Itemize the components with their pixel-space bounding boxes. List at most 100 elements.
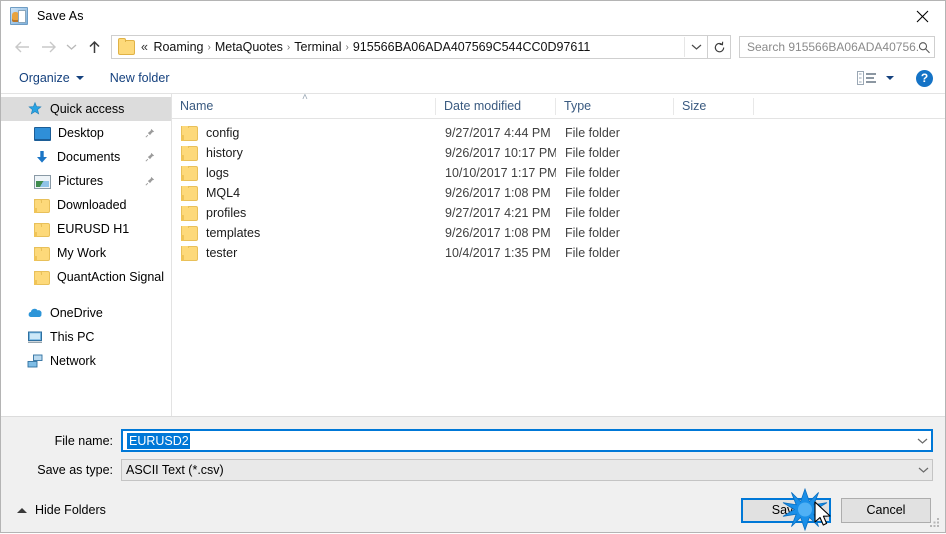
file-name-input[interactable]: EURUSD2 — [121, 429, 933, 452]
sidebar-item-downloaded[interactable]: Downloaded — [1, 193, 171, 217]
forward-arrow-icon — [41, 41, 56, 53]
address-bar[interactable]: « Roaming › MetaQuotes › Terminal › 9155… — [111, 35, 708, 59]
save-button[interactable]: Save — [741, 497, 831, 523]
new-folder-button[interactable]: New folder — [108, 69, 172, 87]
help-button[interactable]: ? — [916, 69, 933, 87]
sidebar-item-eurusd-h1[interactable]: EURUSD H1 — [1, 217, 171, 241]
table-row[interactable]: config 9/27/2017 4:44 PM File folder — [172, 123, 945, 143]
column-header-date-modified[interactable]: Date modified — [436, 97, 556, 115]
address-dropdown-button[interactable] — [684, 37, 707, 57]
sidebar-item-quick-access[interactable]: Quick access — [1, 97, 171, 121]
file-name-cell: history — [172, 145, 436, 161]
file-name-value: EURUSD2 — [127, 432, 190, 449]
chevron-down-icon — [66, 44, 76, 50]
save-as-type-value: ASCII Text (*.csv) — [126, 463, 224, 477]
command-toolbar: Organize New folder ? — [1, 63, 945, 94]
save-as-type-select[interactable]: ASCII Text (*.csv) — [121, 459, 933, 481]
hide-folders-label: Hide Folders — [35, 503, 106, 517]
organize-button[interactable]: Organize — [17, 69, 86, 87]
sidebar-item-quantaction-signal[interactable]: QuantAction Signal — [1, 265, 171, 289]
cancel-button[interactable]: Cancel — [841, 497, 931, 523]
file-list-pane: ˄ Name Date modified Type Size config 9/… — [172, 93, 945, 416]
close-icon — [916, 10, 928, 22]
type-cell: File folder — [565, 246, 620, 260]
folder-icon — [181, 125, 198, 141]
this-pc-icon — [27, 329, 43, 345]
table-row[interactable]: profiles 9/27/2017 4:21 PM File folder — [172, 203, 945, 223]
resize-grip-icon[interactable] — [929, 517, 941, 529]
save-as-dialog: Save As « Roaming › MetaQuotes › Termina… — [0, 0, 946, 533]
folder-icon — [34, 271, 50, 285]
sidebar-label: This PC — [50, 330, 95, 344]
sidebar-label: Documents — [57, 150, 121, 164]
organize-label: Organize — [19, 71, 70, 85]
view-options-button[interactable] — [857, 70, 894, 86]
sidebar-label: Quick access — [50, 102, 125, 116]
close-button[interactable] — [899, 1, 945, 31]
file-name-cell: profiles — [172, 205, 436, 221]
dialog-body: Quick access Desktop Documents Pictures … — [1, 93, 945, 417]
up-button[interactable] — [81, 34, 107, 60]
date-modified-cell: 9/26/2017 1:08 PM — [445, 186, 551, 200]
documents-download-icon — [34, 149, 50, 165]
chevron-up-icon — [17, 507, 27, 513]
type-cell: File folder — [565, 206, 620, 220]
folder-icon — [181, 145, 198, 161]
type-cell: File folder — [565, 166, 620, 180]
pictures-icon — [34, 175, 51, 189]
file-name-row: File name: EURUSD2 — [1, 429, 945, 452]
sidebar-item-network[interactable]: Network — [1, 349, 171, 373]
folder-icon — [181, 185, 198, 201]
date-modified-cell: 9/26/2017 10:17 PM — [445, 146, 556, 160]
file-name-label: logs — [206, 166, 229, 180]
up-arrow-icon — [88, 40, 100, 53]
file-name-dropdown-button[interactable] — [913, 437, 931, 445]
back-arrow-icon — [14, 41, 29, 53]
sidebar-item-documents[interactable]: Documents — [1, 145, 171, 169]
table-row[interactable]: MQL4 9/26/2017 1:08 PM File folder — [172, 183, 945, 203]
sidebar-item-onedrive[interactable]: OneDrive — [1, 301, 171, 325]
hide-folders-button[interactable]: Hide Folders — [11, 503, 106, 517]
type-cell: File folder — [565, 146, 620, 160]
save-as-type-label: Save as type: — [37, 463, 113, 477]
window-title: Save As — [37, 9, 84, 23]
breadcrumb-item-metaquotes[interactable]: MetaQuotes — [212, 39, 286, 55]
column-header-type[interactable]: Type — [556, 97, 674, 115]
table-row[interactable]: history 9/26/2017 10:17 PM File folder — [172, 143, 945, 163]
pin-icon — [145, 176, 155, 186]
sidebar-item-this-pc[interactable]: This PC — [1, 325, 171, 349]
type-cell: File folder — [565, 186, 620, 200]
table-row[interactable]: logs 10/10/2017 1:17 PM File folder — [172, 163, 945, 183]
file-name-cell: tester — [172, 245, 436, 261]
save-as-type-dropdown-button[interactable] — [914, 466, 932, 474]
sidebar-label: Pictures — [58, 174, 104, 188]
back-button[interactable] — [9, 34, 35, 60]
sidebar-label: EURUSD H1 — [57, 222, 130, 236]
pin-icon — [145, 152, 155, 162]
file-rows: config 9/27/2017 4:44 PM File folder his… — [172, 119, 945, 416]
sidebar-item-desktop[interactable]: Desktop — [1, 121, 171, 145]
refresh-button[interactable] — [708, 35, 731, 59]
folder-icon — [34, 223, 50, 237]
desktop-icon — [34, 127, 51, 141]
search-input[interactable]: Search 915566BA06ADA40756... — [747, 40, 918, 54]
search-box[interactable]: Search 915566BA06ADA40756... — [739, 36, 935, 58]
column-header-size[interactable]: Size — [674, 97, 754, 115]
navigation-bar: « Roaming › MetaQuotes › Terminal › 9155… — [1, 31, 945, 63]
sidebar-item-pictures[interactable]: Pictures — [1, 169, 171, 193]
sidebar-item-my-work[interactable]: My Work — [1, 241, 171, 265]
date-modified-cell: 10/4/2017 1:35 PM — [445, 246, 551, 260]
chevron-down-icon — [886, 76, 894, 80]
recent-locations-button[interactable] — [61, 34, 81, 60]
table-row[interactable]: tester 10/4/2017 1:35 PM File folder — [172, 243, 945, 263]
forward-button[interactable] — [35, 34, 61, 60]
table-row[interactable]: templates 9/26/2017 1:08 PM File folder — [172, 223, 945, 243]
breadcrumb-item-roaming[interactable]: Roaming — [150, 39, 206, 55]
sidebar-label: Downloaded — [57, 198, 127, 212]
file-name-label: history — [206, 146, 243, 160]
breadcrumb-overflow[interactable]: « — [139, 39, 150, 55]
breadcrumb-item-terminal-id[interactable]: 915566BA06ADA407569C544CC0D97611 — [350, 39, 593, 55]
chevron-down-icon — [75, 76, 84, 80]
breadcrumb-item-terminal[interactable]: Terminal — [291, 39, 344, 55]
navigation-pane: Quick access Desktop Documents Pictures … — [1, 94, 172, 416]
